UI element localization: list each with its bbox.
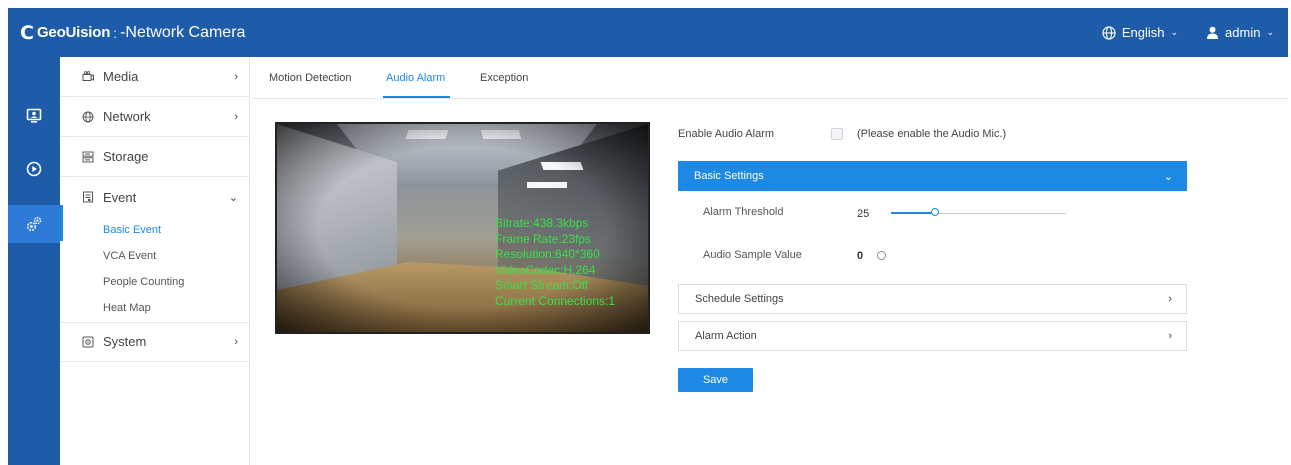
- play-circle-icon: [26, 161, 42, 177]
- brand-mark: C: [20, 21, 34, 44]
- nav-item-event[interactable]: Event ⌄: [60, 177, 250, 217]
- nav-item-system[interactable]: System ›: [60, 322, 250, 362]
- system-icon: [82, 336, 94, 348]
- schedule-settings-title: Schedule Settings: [695, 293, 784, 305]
- chevron-right-icon: ›: [1168, 330, 1172, 342]
- chevron-right-icon: ›: [234, 110, 238, 123]
- header-actions: English ⌄ admin ⌄: [1102, 25, 1274, 40]
- brand-logo: C GeoUision : -Network Camera: [20, 22, 245, 44]
- slider-fill: [891, 212, 935, 214]
- nav-sub-heat-map[interactable]: Heat Map: [103, 302, 151, 314]
- nav-label-storage: Storage: [103, 149, 149, 164]
- osd-connections: Current Connections:1: [495, 293, 616, 308]
- osd-resolution: Resolution:640*360: [495, 247, 600, 261]
- chevron-down-icon: ⌄: [1266, 27, 1274, 37]
- user-label: admin: [1225, 25, 1261, 40]
- gears-icon: [26, 216, 42, 232]
- alarm-threshold-value: 25: [857, 208, 870, 220]
- chevron-right-icon: ›: [234, 335, 238, 348]
- schedule-settings-header[interactable]: Schedule Settings ›: [678, 284, 1187, 314]
- osd-bitrate: Bitrate:438.3kbps: [495, 216, 589, 230]
- slider-thumb[interactable]: [930, 208, 939, 216]
- enable-audio-hint: (Please enable the Audio Mic.): [857, 128, 1007, 140]
- video-osd: Bitrate:438.3kbps Frame Rate:23fps Resol…: [495, 216, 615, 309]
- nav-label-media: Media: [103, 69, 139, 84]
- alarm-action-header[interactable]: Alarm Action ›: [678, 321, 1187, 351]
- nav-sub-basic-event[interactable]: Basic Event: [103, 224, 161, 236]
- event-tabs: Motion Detection Audio Alarm Exception: [251, 57, 1288, 99]
- live-video-preview: Bitrate:438.3kbps Frame Rate:23fps Resol…: [275, 122, 650, 334]
- nav-label-network: Network: [103, 109, 151, 124]
- basic-settings-title: Basic Settings: [694, 170, 764, 182]
- enable-audio-alarm-checkbox[interactable]: [831, 128, 843, 140]
- chevron-down-icon: ⌄: [228, 191, 238, 204]
- basic-settings-header[interactable]: Basic Settings ⌄: [678, 161, 1187, 191]
- settings-nav: Media › Network › Storage Event ⌄ Basic …: [60, 57, 250, 465]
- event-icon: [82, 191, 94, 203]
- alarm-threshold-slider[interactable]: [891, 208, 1066, 216]
- rail-live-view[interactable]: [8, 97, 60, 135]
- nav-label-event: Event: [103, 189, 137, 205]
- nav-item-storage[interactable]: Storage: [60, 137, 250, 177]
- audio-sample-indicator: [877, 251, 886, 260]
- brand-separator: :: [113, 24, 118, 41]
- enable-audio-alarm-row: Enable Audio Alarm (Please enable the Au…: [678, 128, 1006, 140]
- alarm-action-title: Alarm Action: [695, 330, 757, 342]
- storage-icon: [82, 151, 94, 163]
- user-icon: [1207, 26, 1219, 39]
- language-label: English: [1121, 25, 1165, 40]
- monitor-icon: [26, 108, 42, 123]
- nav-item-media[interactable]: Media ›: [60, 57, 250, 97]
- brand-name: GeoUision: [36, 24, 111, 41]
- save-button[interactable]: Save: [678, 368, 753, 392]
- rail-playback[interactable]: [8, 150, 60, 188]
- enable-audio-alarm-label: Enable Audio Alarm: [678, 128, 775, 140]
- chevron-down-icon: ⌄: [1170, 27, 1179, 37]
- product-name: -Network Camera: [120, 23, 246, 41]
- language-selector[interactable]: English ⌄: [1102, 25, 1178, 40]
- nav-sub-people-counting[interactable]: People Counting: [103, 276, 184, 288]
- globe-icon: [1102, 25, 1116, 40]
- osd-smart-stream: Smart Stream:Off: [495, 278, 589, 292]
- alarm-threshold-label: Alarm Threshold: [703, 206, 784, 218]
- nav-item-network[interactable]: Network ›: [60, 97, 250, 137]
- chevron-down-icon: ⌄: [1163, 170, 1173, 183]
- audio-sample-value: 0: [857, 250, 864, 262]
- nav-sub-vca-event[interactable]: VCA Event: [103, 250, 156, 262]
- nav-label-system: System: [103, 334, 147, 349]
- active-indicator: [60, 205, 63, 241]
- tab-motion-detection[interactable]: Motion Detection: [269, 72, 352, 84]
- osd-codec: VideoCodec:H.264: [495, 262, 596, 277]
- tab-exception[interactable]: Exception: [480, 72, 528, 84]
- chevron-right-icon: ›: [234, 70, 238, 83]
- camera-icon: [82, 70, 94, 83]
- top-header: C GeoUision : -Network Camera English ⌄ …: [8, 8, 1288, 57]
- osd-frame-rate: Frame Rate:23fps: [495, 231, 592, 246]
- chevron-right-icon: ›: [1168, 293, 1172, 305]
- audio-sample-label: Audio Sample Value: [703, 249, 802, 261]
- globe-icon: [82, 111, 94, 123]
- active-tab-underline: [383, 96, 450, 98]
- tab-audio-alarm[interactable]: Audio Alarm: [386, 72, 445, 84]
- rail-settings[interactable]: [8, 205, 60, 243]
- icon-rail: [8, 57, 60, 465]
- user-menu[interactable]: admin ⌄: [1206, 25, 1274, 40]
